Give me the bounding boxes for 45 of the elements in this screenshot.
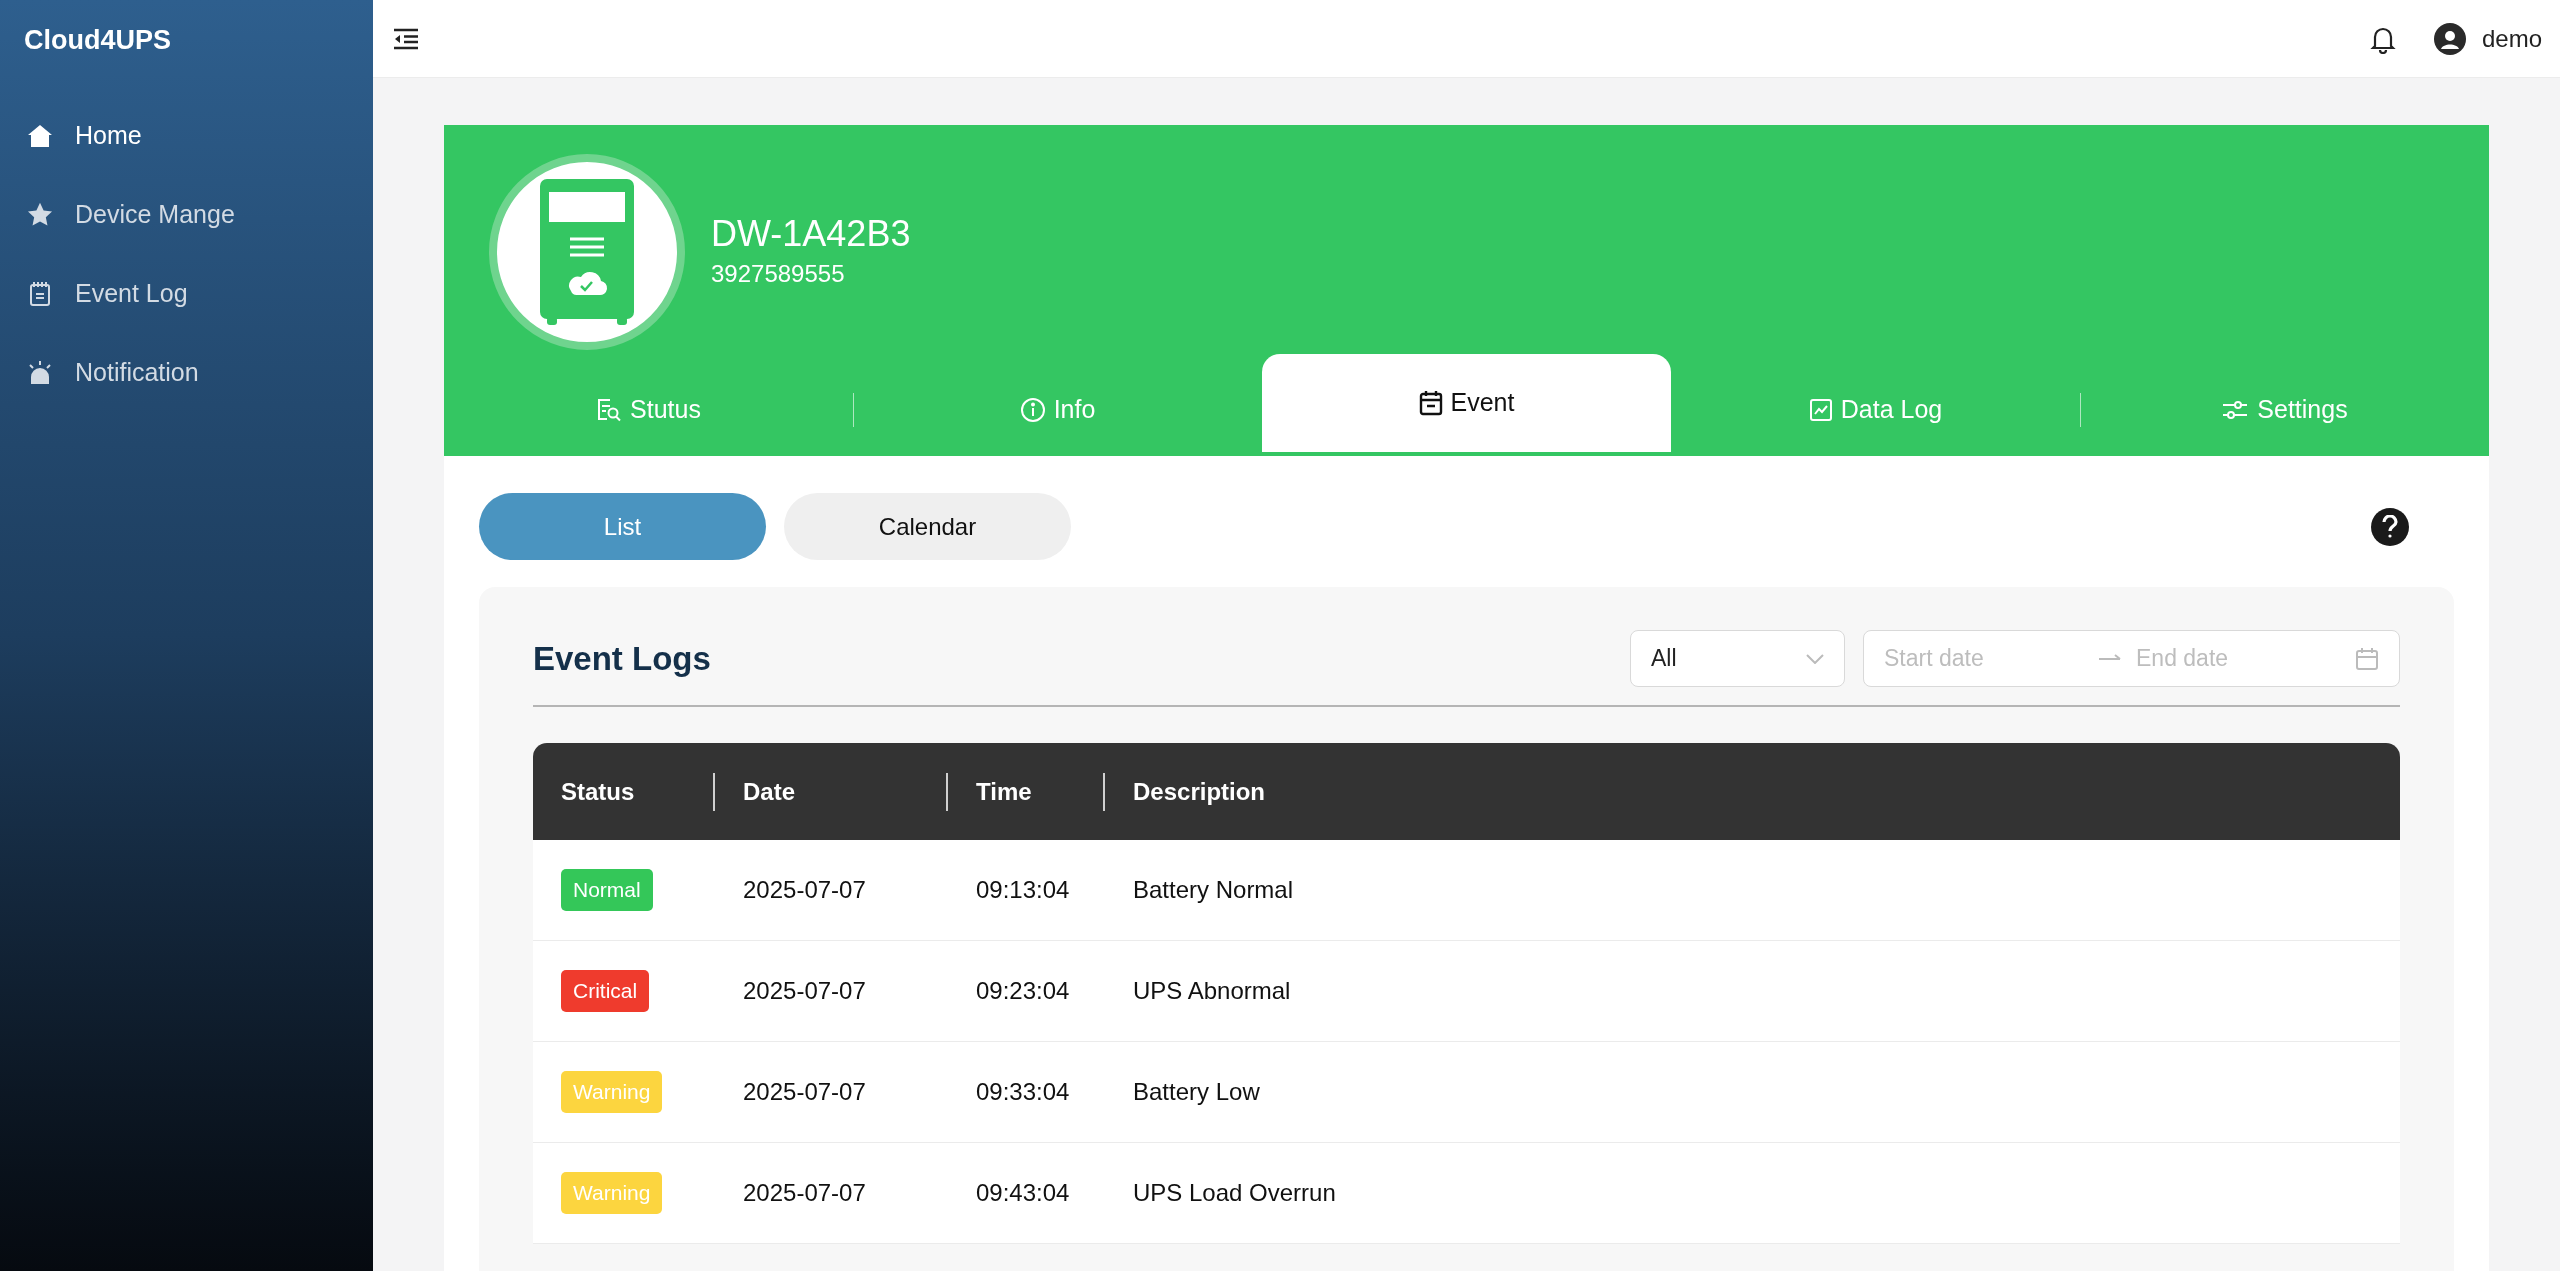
column-header: Date (743, 776, 796, 807)
chevron-down-icon (1806, 653, 1824, 664)
calendar-icon (2355, 646, 2379, 671)
info-icon (1019, 397, 1046, 423)
table-cell: UPS Abnormal (1133, 977, 1291, 1004)
table-cell: UPS Load Overrun (1133, 1179, 1336, 1206)
status-badge: Warning (561, 1172, 663, 1214)
column-header: Status (561, 776, 635, 807)
status-filter-select[interactable]: All (1630, 630, 1845, 687)
column-header: Time (976, 776, 1032, 807)
start-date-input[interactable]: Start date (1884, 641, 2084, 676)
status-badge: Warning (561, 1071, 663, 1113)
brand-title: Cloud4UPS (23, 24, 171, 57)
help-icon[interactable] (2371, 507, 2409, 546)
end-date-input[interactable]: End date (2136, 641, 2336, 676)
table-cell: 2025-07-07 (743, 977, 866, 1004)
avatar-icon[interactable] (2433, 22, 2466, 55)
sidebar-item[interactable]: Event Log (0, 254, 373, 333)
line-chart-icon (1808, 398, 1833, 422)
user-name[interactable]: demo (2481, 20, 2542, 57)
calendar-icon (1418, 390, 1443, 416)
table-cell: 09:43:04 (976, 1179, 1070, 1206)
device-serial: 3927589555 (711, 259, 846, 289)
status-badge: Critical (561, 970, 650, 1012)
table-cell: 09:23:04 (976, 977, 1070, 1004)
table-cell: Battery Normal (1133, 876, 1294, 903)
table-cell: Battery Low (1133, 1078, 1260, 1105)
table-cell: 09:13:04 (976, 876, 1070, 903)
sidebar-item[interactable]: Home (0, 96, 373, 175)
view-toggle-button[interactable]: List (479, 493, 766, 560)
tab[interactable]: Event (1262, 354, 1671, 452)
status-badge: Normal (561, 869, 653, 911)
table-cell: 09:33:04 (976, 1078, 1070, 1105)
section-title: Event Logs (533, 638, 711, 679)
sidebar-item[interactable]: Notification (0, 333, 373, 412)
sidebar-item[interactable]: Device Mange (0, 175, 373, 254)
date-range-field[interactable]: Start date End date (1863, 630, 2400, 687)
column-header: Description (1133, 776, 1266, 807)
device-name: DW-1A42B3 (711, 212, 911, 256)
table-cell: 2025-07-07 (743, 1179, 866, 1206)
document-search-icon (596, 398, 623, 422)
table-cell: 2025-07-07 (743, 876, 866, 903)
table-cell: 2025-07-07 (743, 1078, 866, 1105)
view-toggle-button[interactable]: Calendar (784, 493, 1071, 560)
sliders-icon (2221, 398, 2250, 422)
